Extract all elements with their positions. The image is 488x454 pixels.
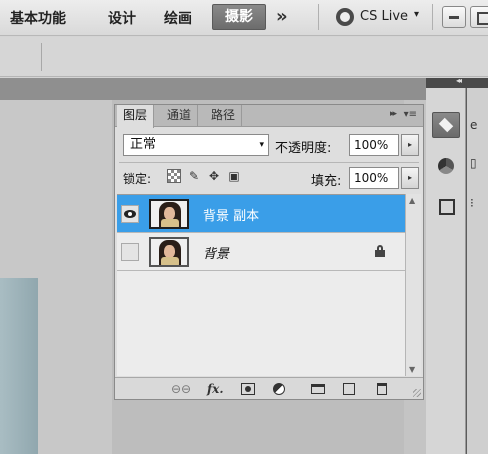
lock-position-icon[interactable]: ✥ (207, 169, 221, 183)
workspace-photography-button[interactable]: 摄影 (212, 4, 266, 30)
divider (41, 43, 42, 71)
document-tab-strip (0, 78, 426, 100)
workspace-design[interactable]: 设计 (108, 8, 136, 28)
blend-mode-value: 正常 (130, 137, 157, 152)
dock-column-secondary: e ▯ ⁝ (467, 88, 488, 454)
panel-tabs: 图层 通道 路径 ▸▸ ▾≡ (115, 105, 423, 128)
cs-live-label[interactable]: CS Live (360, 9, 408, 24)
divider (119, 162, 419, 163)
canvas-image (0, 278, 38, 454)
layer-list: 背景 副本 背景 (117, 194, 405, 376)
layer-name[interactable]: 背景 副本 (203, 205, 259, 224)
lock-image-pixels-icon[interactable]: ✎ (187, 169, 201, 183)
lock-all-icon[interactable]: ▣ (227, 169, 241, 183)
visibility-toggle[interactable] (121, 205, 139, 223)
lock-transparent-pixels-icon[interactable] (167, 169, 181, 183)
blend-mode-select[interactable]: 正常 ▾ (123, 134, 269, 156)
workspace-painting[interactable]: 绘画 (164, 8, 192, 28)
layer-thumbnail (149, 199, 189, 229)
dock-column (426, 88, 466, 454)
chevron-down-icon[interactable]: ▾ (414, 9, 419, 20)
channels-panel-button[interactable] (432, 154, 460, 180)
secondary-panel-icon[interactable]: ▯ (470, 156, 477, 170)
fill-slider-button[interactable]: ▸ (401, 167, 419, 189)
dock-header[interactable]: ◂◂ (426, 76, 488, 88)
maximize-button[interactable] (470, 6, 488, 28)
secondary-panel-icon[interactable]: e (470, 118, 477, 132)
scroll-up-icon[interactable]: ▲ (409, 196, 415, 205)
chevron-down-icon: ▾ (259, 140, 264, 150)
opacity-label: 不透明度: (275, 141, 332, 156)
fill-input[interactable]: 100% (349, 167, 399, 189)
workspace-essentials[interactable]: 基本功能 (10, 8, 66, 28)
link-layers-icon[interactable]: ⊖⊖ (171, 381, 191, 397)
divider (318, 4, 319, 30)
new-layer-icon[interactable] (343, 383, 355, 395)
adjustment-layer-icon[interactable] (273, 383, 285, 395)
eye-icon (124, 210, 136, 218)
layer-name[interactable]: 背景 (203, 243, 229, 262)
workspace-bar: 基本功能 设计 绘画 摄影 » CS Live ▾ (0, 0, 488, 36)
fill-label: 填充: (311, 174, 342, 189)
layers-panel-button[interactable] (432, 112, 460, 138)
paths-panel-button[interactable] (432, 194, 460, 220)
options-bar (0, 37, 488, 77)
layers-panel: 图层 通道 路径 ▸▸ ▾≡ 正常 ▾ 不透明度: 100% ▸ 锁定: ✎ ✥… (114, 104, 424, 400)
tab-channels[interactable]: 通道 (161, 105, 199, 127)
layer-thumbnail (149, 237, 189, 267)
panel-menu-icon[interactable]: ▾≡ (404, 109, 417, 120)
layer-row-background[interactable]: 背景 (117, 233, 405, 271)
divider (432, 4, 433, 30)
minimize-button[interactable] (442, 6, 466, 28)
resize-grip-icon[interactable] (413, 389, 421, 397)
lock-label: 锁定: (123, 172, 152, 186)
collapse-dock-icon[interactable]: ◂◂ (456, 76, 462, 85)
add-mask-icon[interactable] (241, 383, 255, 395)
collapse-panel-icon[interactable]: ▸▸ (390, 109, 397, 119)
secondary-panel-icon[interactable]: ⁝ (470, 196, 474, 210)
tab-paths[interactable]: 路径 (205, 105, 243, 127)
trash-icon[interactable] (377, 383, 387, 395)
opacity-slider-button[interactable]: ▸ (401, 134, 419, 156)
visibility-toggle[interactable] (121, 243, 139, 261)
panel-dock: ◂◂ e ▯ ⁝ (426, 76, 488, 454)
cs-live-icon[interactable] (336, 8, 354, 26)
new-group-folder-icon[interactable] (311, 384, 325, 394)
tab-layers[interactable]: 图层 (117, 105, 155, 128)
more-workspaces-icon[interactable]: » (276, 6, 288, 27)
layer-row-background-copy[interactable]: 背景 副本 (117, 195, 405, 233)
opacity-input[interactable]: 100% (349, 134, 399, 156)
panel-footer: ⊖⊖ fx. (115, 377, 423, 399)
layer-style-fx-icon[interactable]: fx. (207, 381, 224, 397)
layer-list-scrollbar[interactable]: ▲ ▼ (405, 194, 421, 376)
scroll-down-icon[interactable]: ▼ (409, 365, 415, 374)
lock-icon (375, 245, 385, 257)
